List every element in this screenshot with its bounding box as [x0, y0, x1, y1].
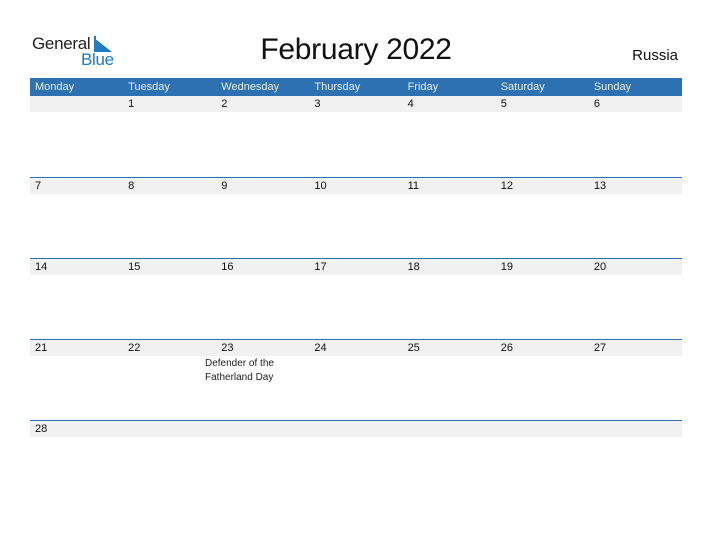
events-row — [30, 194, 682, 195]
day-number: 14 — [35, 261, 48, 273]
day-number: 8 — [128, 180, 135, 192]
day-number: 11 — [407, 180, 419, 192]
page-title: February 2022 — [260, 33, 452, 66]
holiday-event — [30, 112, 115, 113]
day-number — [589, 421, 682, 437]
day-number: 10 — [314, 180, 327, 192]
holiday-event — [455, 112, 540, 113]
day-number: 1 — [128, 98, 135, 110]
date-band: 21 22 23 24 25 26 27 — [30, 340, 682, 356]
week-row: 21 22 23 24 25 26 27 Defender of the Fatherland… — [30, 339, 682, 420]
holiday-event — [285, 437, 370, 438]
holiday-event — [115, 194, 200, 195]
day-number: 20 — [593, 261, 607, 273]
day-number: 23 — [221, 342, 234, 354]
events-row: Defender of the Fatherland Day — [30, 356, 682, 385]
weekday-thursday: Thursday — [314, 81, 361, 93]
events-row — [30, 112, 682, 113]
weekday-sunday: Sunday — [593, 81, 632, 93]
holiday-event — [370, 275, 455, 276]
day-number: 22 — [128, 342, 141, 354]
day-number: 16 — [221, 261, 234, 273]
day-number: 24 — [314, 342, 327, 354]
day-number: 4 — [407, 98, 414, 110]
weekday-wednesday: Wednesday — [221, 81, 280, 93]
day-number: 25 — [407, 342, 420, 354]
day-number: 5 — [500, 98, 507, 110]
holiday-event — [115, 437, 200, 438]
day-number — [309, 421, 402, 437]
holiday-event — [30, 356, 115, 385]
day-number — [30, 96, 123, 112]
holiday-event — [540, 437, 625, 438]
day-number: 15 — [128, 261, 141, 273]
date-band: 14 15 16 17 18 19 20 — [30, 259, 682, 275]
weekday-tuesday: Tuesday — [128, 81, 170, 93]
day-number: 7 — [35, 180, 42, 192]
holiday-event — [540, 194, 625, 195]
holiday-event — [30, 437, 115, 438]
holiday-event — [200, 437, 285, 438]
day-number: 28 — [35, 423, 48, 435]
day-number: 17 — [314, 261, 327, 273]
holiday-event — [115, 112, 200, 113]
holiday-event — [285, 275, 370, 276]
holiday-event — [455, 275, 540, 276]
day-number: 9 — [221, 180, 228, 192]
events-row — [30, 275, 682, 276]
weekday-monday: Monday — [35, 81, 75, 93]
day-number: 19 — [500, 261, 513, 273]
calendar-grid: Monday Tuesday Wednesday Thursday Friday… — [30, 78, 682, 501]
holiday-event — [285, 194, 370, 195]
date-band: 1 2 3 4 5 6 — [30, 96, 682, 112]
events-row — [30, 437, 682, 438]
weekday-saturday: Saturday — [500, 81, 545, 93]
week-row: 28 — [30, 420, 682, 501]
holiday-event — [30, 194, 115, 195]
holiday-event — [370, 112, 455, 113]
holiday-event — [540, 112, 625, 113]
day-number — [216, 421, 309, 437]
holiday-event — [370, 194, 455, 195]
weekday-friday: Friday — [407, 81, 439, 93]
holiday-event — [285, 112, 370, 113]
holiday-event — [285, 356, 370, 385]
holiday-event — [455, 437, 540, 438]
holiday-event: Defender of the Fatherland Day — [205, 358, 274, 383]
date-band: 7 8 9 10 11 12 13 — [30, 178, 682, 194]
day-number — [403, 421, 496, 437]
holiday-event — [370, 356, 455, 385]
day-number — [123, 421, 216, 437]
holiday-event — [540, 275, 625, 276]
holiday-event — [115, 356, 200, 385]
holiday-event — [30, 275, 115, 276]
holiday-event — [200, 275, 285, 276]
weekday-header: Monday Tuesday Wednesday Thursday Friday… — [30, 78, 682, 96]
day-number: 12 — [500, 180, 513, 192]
day-number: 6 — [593, 98, 600, 110]
holiday-event — [115, 275, 200, 276]
holiday-event — [455, 194, 540, 195]
holiday-event — [540, 356, 625, 385]
day-number: 3 — [314, 98, 321, 110]
day-number — [496, 421, 589, 437]
day-number: 21 — [35, 342, 48, 354]
date-band: 28 — [30, 421, 682, 437]
country-label: Russia — [632, 47, 678, 64]
day-number: 13 — [593, 180, 607, 192]
day-number: 27 — [593, 342, 607, 354]
day-number: 26 — [500, 342, 513, 354]
holiday-event — [200, 112, 285, 113]
day-number: 2 — [221, 98, 228, 110]
holiday-event — [370, 437, 455, 438]
week-row: 1 2 3 4 5 6 — [30, 96, 682, 177]
week-row: 14 15 16 17 18 19 20 — [30, 258, 682, 339]
holiday-event — [455, 356, 540, 385]
day-number: 18 — [407, 261, 420, 273]
holiday-event — [200, 194, 285, 195]
week-row: 7 8 9 10 11 12 13 — [30, 177, 682, 258]
